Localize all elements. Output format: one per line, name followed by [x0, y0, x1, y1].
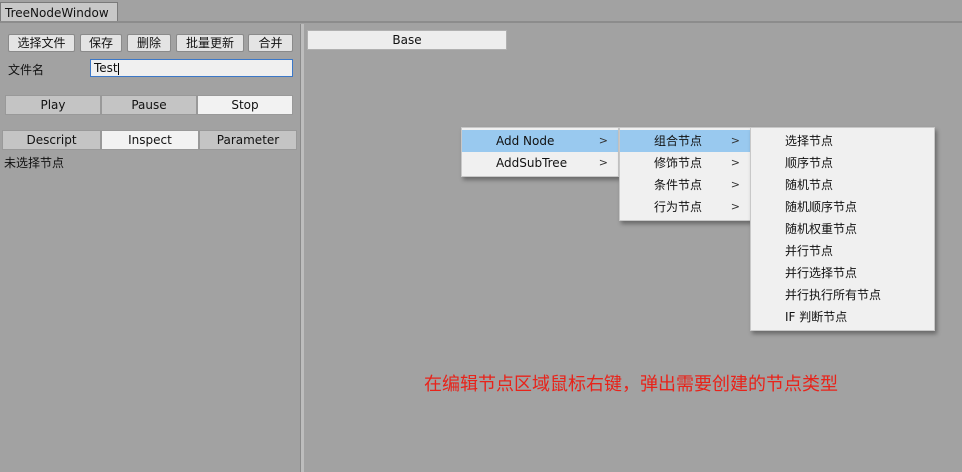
menu-item-random-sequence[interactable]: 随机顺序节点 [751, 196, 934, 218]
play-button[interactable]: Play [5, 95, 101, 115]
tab-descript[interactable]: Descript [2, 130, 101, 150]
window-tab[interactable]: TreeNodeWindow [0, 2, 118, 22]
file-name-label: 文件名 [8, 63, 45, 77]
delete-button[interactable]: 删除 [127, 34, 171, 52]
node-type-submenu: 组合节点 > 修饰节点 > 条件节点 > 行为节点 > [619, 127, 751, 221]
menu-item-label: 选择节点 [785, 134, 834, 148]
menu-item-decorator[interactable]: 修饰节点 > [620, 152, 750, 174]
menu-item-parallel-all[interactable]: 并行执行所有节点 [751, 284, 934, 306]
menu-item-label: 修饰节点 [654, 156, 703, 170]
stop-button[interactable]: Stop [197, 95, 293, 115]
menu-item-random[interactable]: 随机节点 [751, 174, 934, 196]
text-caret [117, 62, 119, 75]
chevron-right-icon: > [598, 156, 608, 169]
menu-item-label: 随机顺序节点 [785, 200, 858, 214]
tab-divider [0, 21, 962, 23]
merge-button[interactable]: 合并 [248, 34, 293, 52]
menu-item-if[interactable]: IF 判断节点 [751, 306, 934, 328]
context-menu: Add Node > AddSubTree > [461, 127, 619, 177]
menu-item-composite[interactable]: 组合节点 > [620, 130, 750, 152]
menu-item-label: 并行选择节点 [785, 266, 858, 280]
batch-update-button[interactable]: 批量更新 [176, 34, 244, 52]
chevron-right-icon: > [730, 134, 740, 147]
chevron-right-icon: > [730, 200, 740, 213]
menu-item-label: 行为节点 [654, 200, 703, 214]
tab-parameter[interactable]: Parameter [199, 130, 297, 150]
menu-item-label: 条件节点 [654, 178, 703, 192]
menu-item-label: 顺序节点 [785, 156, 834, 170]
menu-item-selector[interactable]: 选择节点 [751, 130, 934, 152]
select-file-button[interactable]: 选择文件 [8, 34, 75, 52]
tab-inspect[interactable]: Inspect [101, 130, 199, 150]
menu-item-label: 并行节点 [785, 244, 834, 258]
menu-item-label: AddSubTree [496, 156, 568, 170]
tab-bar: TreeNodeWindow [0, 0, 962, 23]
menu-item-label: Add Node [496, 134, 555, 148]
chevron-right-icon: > [730, 156, 740, 169]
menu-item-label: 随机权重节点 [785, 222, 858, 236]
menu-item-sequence[interactable]: 顺序节点 [751, 152, 934, 174]
file-name-input[interactable]: Test [90, 59, 293, 77]
menu-item-parallel[interactable]: 并行节点 [751, 240, 934, 262]
menu-item-parallel-select[interactable]: 并行选择节点 [751, 262, 934, 284]
left-panel [0, 24, 300, 472]
menu-item-add-subtree[interactable]: AddSubTree > [462, 152, 618, 174]
menu-item-action[interactable]: 行为节点 > [620, 196, 750, 218]
composite-submenu: 选择节点 顺序节点 随机节点 随机顺序节点 随机权重节点 并行节点 并行选择节点… [750, 127, 935, 331]
chevron-right-icon: > [730, 178, 740, 191]
annotation-text: 在编辑节点区域鼠标右键，弹出需要创建的节点类型 [424, 374, 838, 395]
save-button[interactable]: 保存 [80, 34, 122, 52]
menu-item-random-weight[interactable]: 随机权重节点 [751, 218, 934, 240]
no-selection-text: 未选择节点 [4, 156, 65, 170]
chevron-right-icon: > [598, 134, 608, 147]
menu-item-condition[interactable]: 条件节点 > [620, 174, 750, 196]
menu-item-label: 随机节点 [785, 178, 834, 192]
menu-item-label: 并行执行所有节点 [785, 288, 882, 302]
menu-item-label: IF 判断节点 [785, 310, 848, 324]
pause-button[interactable]: Pause [101, 95, 197, 115]
menu-item-add-node[interactable]: Add Node > [462, 130, 618, 152]
base-node[interactable]: Base [307, 30, 507, 50]
file-name-value: Test [94, 61, 118, 75]
menu-item-label: 组合节点 [654, 134, 703, 148]
